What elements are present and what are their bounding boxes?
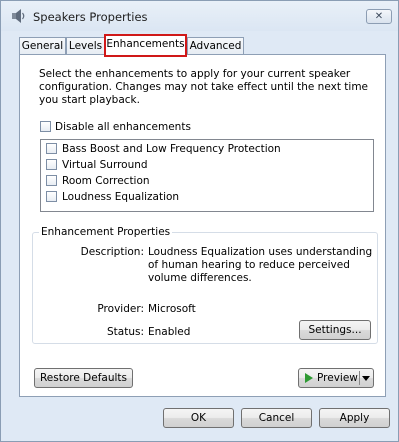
provider-value: Microsoft — [148, 303, 196, 315]
close-icon: ✕ — [374, 11, 384, 22]
play-icon — [305, 373, 313, 383]
list-item-label: Bass Boost and Low Frequency Protection — [62, 143, 281, 155]
window-title: Speakers Properties — [33, 10, 148, 24]
disable-all-row[interactable]: Disable all enhancements — [40, 120, 191, 133]
description-text: Loudness Equalization uses understanding… — [148, 246, 373, 284]
list-item-label: Virtual Surround — [62, 159, 148, 171]
title-bar: Speakers Properties ✕ — [1, 1, 398, 31]
disable-all-label: Disable all enhancements — [55, 121, 191, 133]
status-value: Enabled — [148, 326, 191, 338]
enhancements-panel: Select the enhancements to apply for you… — [19, 54, 386, 397]
tab-enhancements[interactable]: Enhancements — [104, 34, 187, 57]
status-label: Status: — [107, 326, 144, 338]
description-label: Description: — [80, 246, 144, 258]
enhancement-list[interactable]: Bass Boost and Low Frequency Protection … — [40, 139, 374, 212]
apply-button[interactable]: Apply — [319, 408, 390, 428]
loudness-equalization-checkbox[interactable] — [46, 190, 57, 202]
chevron-down-icon[interactable] — [362, 376, 370, 381]
preview-label: Preview — [317, 372, 358, 384]
list-item-label: Loudness Equalization — [62, 191, 180, 203]
list-item[interactable]: Virtual Surround — [46, 157, 148, 173]
provider-label: Provider: — [97, 303, 144, 315]
list-item[interactable]: Bass Boost and Low Frequency Protection — [46, 141, 281, 157]
speakers-properties-window: Speakers Properties ✕ General Levels Enh… — [0, 0, 399, 442]
group-title: Enhancement Properties — [39, 226, 173, 239]
enhancement-properties-group: Enhancement Properties Description: Loud… — [32, 226, 378, 344]
tab-general[interactable]: General — [19, 37, 66, 55]
bass-boost-checkbox[interactable] — [46, 142, 57, 154]
room-correction-checkbox[interactable] — [46, 174, 57, 186]
restore-defaults-button[interactable]: Restore Defaults — [34, 368, 133, 388]
tab-levels[interactable]: Levels — [66, 37, 105, 55]
close-button[interactable]: ✕ — [366, 9, 392, 24]
list-item-label: Room Correction — [62, 175, 150, 187]
preview-button[interactable]: Preview — [298, 368, 374, 388]
split-separator — [359, 371, 360, 385]
intro-text: Select the enhancements to apply for you… — [39, 68, 369, 106]
cancel-button[interactable]: Cancel — [241, 408, 312, 428]
list-item[interactable]: Room Correction — [46, 173, 150, 189]
virtual-surround-checkbox[interactable] — [46, 158, 57, 170]
tab-advanced[interactable]: Advanced — [187, 37, 244, 55]
speaker-icon — [10, 8, 26, 24]
ok-button[interactable]: OK — [163, 408, 234, 428]
list-item[interactable]: Loudness Equalization — [46, 189, 179, 205]
disable-all-checkbox[interactable] — [40, 120, 51, 132]
settings-button[interactable]: Settings... — [299, 320, 371, 340]
